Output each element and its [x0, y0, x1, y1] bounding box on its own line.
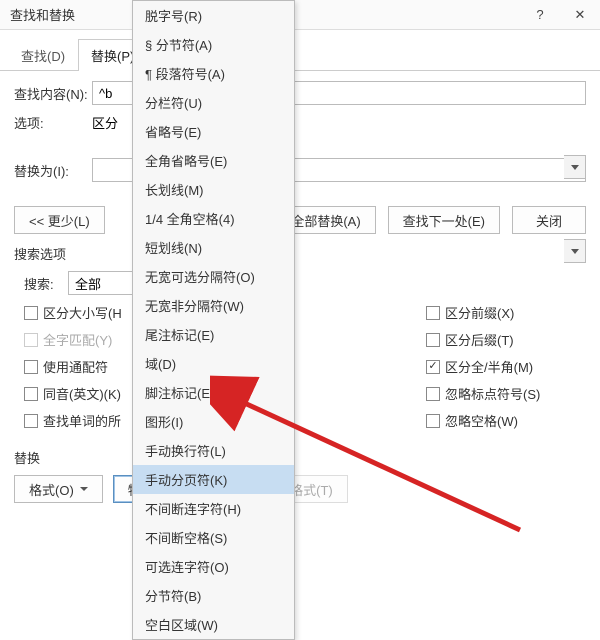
- checkbox-label: 忽略空格(W): [445, 411, 518, 430]
- menu-item[interactable]: 脚注标记(E): [133, 378, 294, 407]
- replace-section-label: 替换: [14, 448, 586, 467]
- menu-item[interactable]: 尾注标记(E): [133, 320, 294, 349]
- menu-item[interactable]: 脱字号(R): [133, 1, 294, 30]
- find-history-dropdown[interactable]: [564, 155, 586, 179]
- checkbox-label: 区分前缀(X): [445, 303, 514, 322]
- menu-item[interactable]: 分节符(B): [133, 581, 294, 610]
- checkbox-fullhalf[interactable]: 区分全/半角(M): [426, 357, 586, 376]
- menu-item[interactable]: 分栏符(U): [133, 88, 294, 117]
- checkbox-label: 区分后缀(T): [445, 330, 514, 349]
- format-button[interactable]: 格式(O): [14, 475, 103, 503]
- search-options-header: 搜索选项: [14, 244, 586, 263]
- menu-item[interactable]: 全角省略号(E): [133, 146, 294, 175]
- replace-label: 替换为(I):: [14, 161, 92, 180]
- checkbox-label: 使用通配符: [43, 357, 108, 376]
- checkbox-box: [24, 387, 38, 401]
- menu-item[interactable]: 无宽非分隔符(W): [133, 291, 294, 320]
- menu-item[interactable]: 长划线(M): [133, 175, 294, 204]
- checkbox-box: [426, 414, 440, 428]
- checkbox-label: 区分全/半角(M): [445, 357, 533, 376]
- menu-item[interactable]: 省略号(E): [133, 117, 294, 146]
- help-button[interactable]: ?: [520, 0, 560, 30]
- menu-item[interactable]: 短划线(N): [133, 233, 294, 262]
- checkbox-label: 区分大小写(H: [43, 303, 122, 322]
- options-label: 选项:: [14, 113, 92, 132]
- find-label: 查找内容(N):: [14, 84, 92, 103]
- checkbox-label: 全字匹配(Y): [43, 330, 112, 349]
- checkbox-label: 同音(英文)(K): [43, 384, 121, 403]
- menu-item[interactable]: 域(D): [133, 349, 294, 378]
- menu-item[interactable]: § 分节符(A): [133, 30, 294, 59]
- tab-bar: 查找(D) 替换(P): [0, 30, 600, 71]
- menu-item[interactable]: 手动换行符(L): [133, 436, 294, 465]
- menu-item[interactable]: ¶ 段落符号(A): [133, 59, 294, 88]
- checkbox-box: [426, 306, 440, 320]
- menu-item[interactable]: 图形(I): [133, 407, 294, 436]
- options-value: 区分: [92, 113, 118, 132]
- checkbox-prefix[interactable]: 区分前缀(X): [426, 303, 586, 322]
- checkbox-label: 查找单词的所: [43, 411, 121, 430]
- menu-item[interactable]: 手动分页符(K): [133, 465, 294, 494]
- checkbox-label: 忽略标点符号(S): [445, 384, 540, 403]
- checkbox-box: [426, 387, 440, 401]
- menu-item[interactable]: 无宽可选分隔符(O): [133, 262, 294, 291]
- checkbox-suffix[interactable]: 区分后缀(T): [426, 330, 586, 349]
- checkbox-box: [24, 333, 38, 347]
- checkbox-box: [426, 333, 440, 347]
- menu-item[interactable]: 可选连字符(O): [133, 552, 294, 581]
- close-window-button[interactable]: ✕: [560, 0, 600, 30]
- menu-item[interactable]: 空白区域(W): [133, 610, 294, 639]
- checkbox-box: [426, 360, 440, 374]
- checkbox-ignorepunct[interactable]: 忽略标点符号(S): [426, 384, 586, 403]
- search-direction-label: 搜索:: [24, 274, 68, 293]
- dialog-content: 查找内容(N): 选项: 区分 替换为(I): << 更少(L) 全部替换(A)…: [0, 71, 600, 513]
- replace-history-dropdown[interactable]: [564, 239, 586, 263]
- checkbox-box: [24, 360, 38, 374]
- checkbox-ignorespace[interactable]: 忽略空格(W): [426, 411, 586, 430]
- menu-item[interactable]: 不间断空格(S): [133, 523, 294, 552]
- find-next-button[interactable]: 查找下一处(E): [388, 206, 500, 234]
- checkbox-box: [24, 414, 38, 428]
- checkbox-box: [24, 306, 38, 320]
- menu-item[interactable]: 不间断连字符(H): [133, 494, 294, 523]
- less-button[interactable]: << 更少(L): [14, 206, 105, 234]
- titlebar: 查找和替换 ? ✕: [0, 0, 600, 30]
- tab-find[interactable]: 查找(D): [8, 39, 78, 71]
- menu-item[interactable]: 1/4 全角空格(4): [133, 204, 294, 233]
- special-format-menu: 脱字号(R)§ 分节符(A)¶ 段落符号(A)分栏符(U)省略号(E)全角省略号…: [132, 0, 295, 640]
